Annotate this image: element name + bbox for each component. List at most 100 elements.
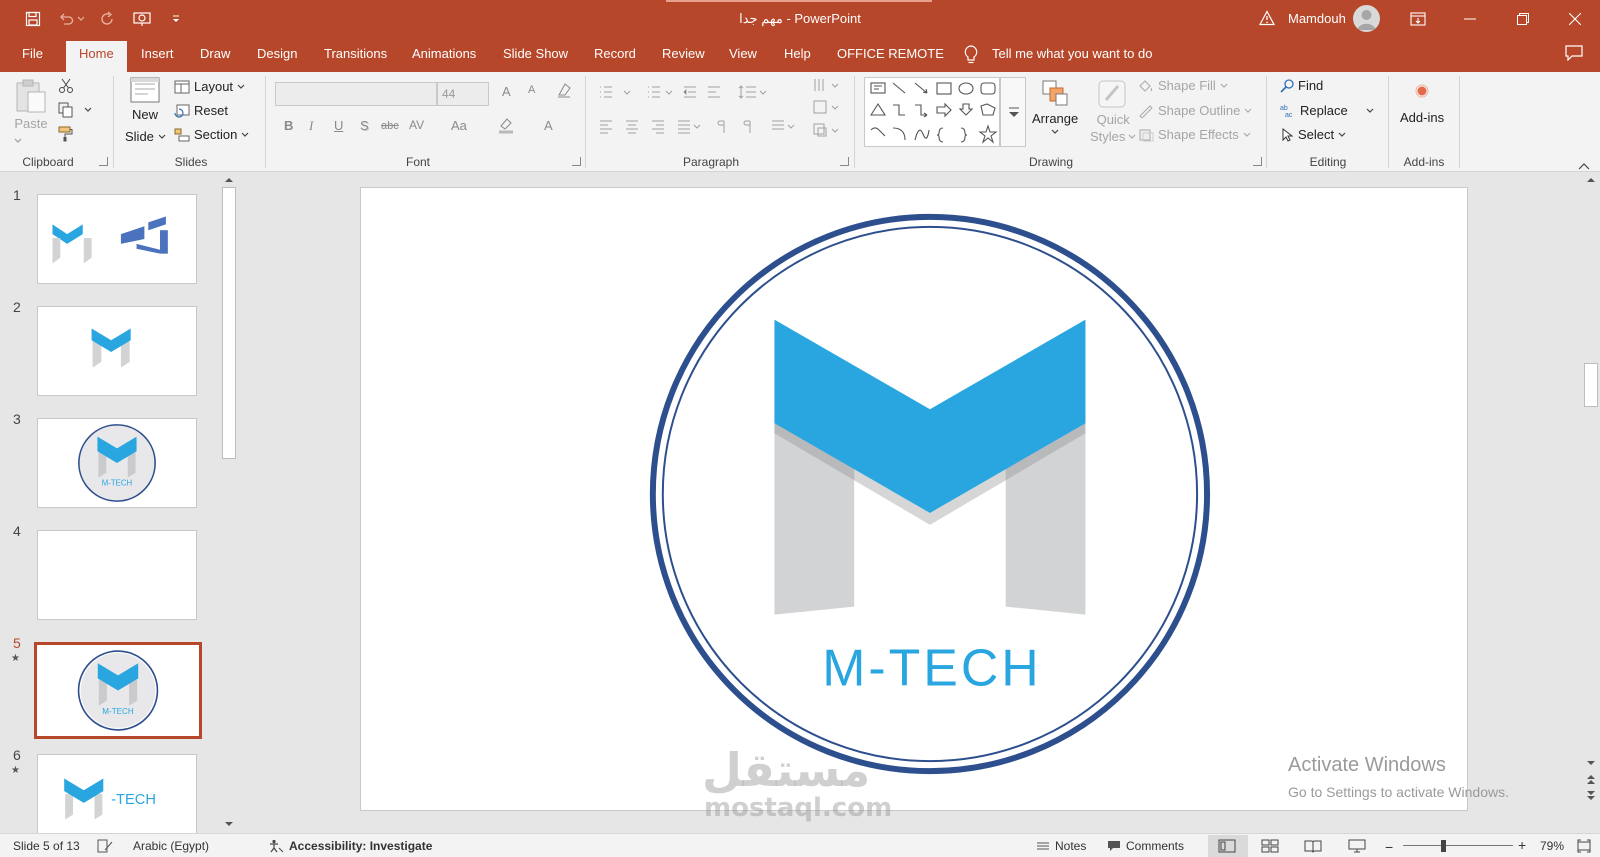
add-ins-button[interactable]: Add-ins — [1400, 84, 1444, 125]
tab-file[interactable]: File — [22, 46, 43, 61]
tab-transitions[interactable]: Transitions — [324, 46, 387, 61]
font-launcher-icon[interactable] — [572, 157, 581, 166]
scroll-down-icon[interactable] — [220, 819, 238, 829]
tab-design[interactable]: Design — [257, 46, 297, 61]
reset-button[interactable]: Reset — [174, 103, 228, 118]
tab-review[interactable]: Review — [662, 46, 705, 61]
shape-fill-button[interactable]: Shape Fill — [1138, 78, 1228, 93]
previous-slide-icon[interactable] — [1582, 772, 1600, 786]
next-slide-icon[interactable] — [1582, 789, 1600, 803]
layout-button[interactable]: Layout — [174, 79, 245, 94]
current-slide[interactable]: M-TECH — [360, 187, 1468, 811]
zoom-level[interactable]: 79% — [1540, 839, 1564, 853]
text-shadow-button[interactable]: S — [360, 118, 369, 133]
slide-thumbnail-5[interactable]: M-TECH — [34, 642, 202, 739]
fit-slide-icon[interactable] — [1577, 839, 1591, 853]
shape-outline-button[interactable]: Shape Outline — [1138, 103, 1252, 118]
thumbnails-scroll-thumb[interactable] — [222, 187, 236, 459]
slide-thumbnail-6[interactable]: -TECH — [37, 754, 197, 844]
scroll-up-icon[interactable] — [220, 175, 238, 185]
align-icons[interactable] — [598, 118, 798, 137]
scroll-up-icon[interactable] — [1582, 175, 1600, 185]
shrink-font-button[interactable]: A — [528, 84, 535, 96]
language-indicator[interactable]: Arabic (Egypt) — [133, 839, 209, 853]
spelling-check-icon[interactable] — [97, 839, 113, 853]
slide-scroll-thumb[interactable] — [1584, 363, 1598, 407]
paste-button[interactable]: Paste — [14, 78, 48, 131]
undo-dropdown-icon[interactable] — [74, 9, 88, 29]
collapse-ribbon-icon[interactable] — [1578, 158, 1590, 173]
clipboard-launcher-icon[interactable] — [99, 157, 108, 166]
shapes-gallery-more-icon[interactable] — [1000, 77, 1026, 147]
tab-record[interactable]: Record — [594, 46, 636, 61]
line-spacing-icon[interactable] — [738, 84, 768, 103]
copy-icon[interactable] — [58, 102, 92, 118]
replace-button[interactable]: ab ac Replace — [1280, 103, 1374, 118]
minimize-icon[interactable] — [1447, 0, 1493, 38]
arrange-button[interactable]: Arrange — [1032, 78, 1078, 135]
slide-sorter-view-icon[interactable] — [1261, 839, 1279, 853]
paragraph-launcher-icon[interactable] — [840, 157, 849, 166]
bullets-icon[interactable] — [598, 84, 720, 103]
paste-dropdown-icon[interactable] — [14, 138, 22, 144]
new-slide-button[interactable]: New — [128, 76, 162, 122]
slide-thumbnail-4[interactable] — [37, 530, 197, 620]
m-tech-logo[interactable]: M-TECH — [361, 188, 1467, 810]
zoom-slider-track[interactable] — [1403, 845, 1513, 846]
slide-scrollbar[interactable] — [1582, 173, 1600, 833]
quick-styles-button[interactable]: Quick Styles — [1090, 78, 1136, 144]
restore-icon[interactable] — [1500, 0, 1546, 38]
scroll-down-icon[interactable] — [1582, 758, 1600, 768]
ribbon-display-options-icon[interactable] — [1395, 0, 1441, 38]
highlight-icon[interactable] — [497, 116, 517, 137]
slide-thumbnail-3[interactable]: M-TECH — [37, 418, 197, 508]
italic-button[interactable]: I — [309, 118, 313, 134]
find-button[interactable]: Find — [1280, 78, 1323, 93]
bold-button[interactable]: B — [284, 118, 293, 133]
comments-icon[interactable] — [1565, 45, 1583, 64]
font-name-combo[interactable] — [275, 82, 437, 106]
font-size-combo[interactable]: 44 — [437, 82, 489, 106]
tell-me-search[interactable]: Tell me what you want to do — [992, 46, 1152, 61]
normal-view-icon[interactable] — [1218, 839, 1236, 853]
thumbnails-scrollbar[interactable] — [220, 173, 238, 833]
cut-icon[interactable] — [58, 78, 74, 94]
save-icon[interactable] — [21, 9, 45, 29]
close-icon[interactable] — [1552, 0, 1598, 38]
clear-formatting-icon[interactable] — [556, 82, 572, 101]
character-spacing-button[interactable]: AV — [409, 118, 424, 132]
shape-effects-button[interactable]: Shape Effects — [1138, 127, 1251, 142]
grow-font-button[interactable]: A — [502, 84, 511, 99]
section-button[interactable]: Section — [174, 127, 249, 142]
notes-button[interactable]: Notes — [1036, 839, 1086, 853]
redo-icon[interactable] — [96, 9, 120, 29]
comments-button[interactable]: Comments — [1107, 839, 1184, 853]
tab-draw[interactable]: Draw — [200, 46, 230, 61]
slide-show-view-icon[interactable] — [1348, 839, 1366, 853]
reading-view-icon[interactable] — [1304, 839, 1322, 853]
change-case-button[interactable]: Aa — [451, 118, 467, 133]
shapes-gallery[interactable] — [864, 77, 1000, 147]
tab-slide-show[interactable]: Slide Show — [503, 46, 568, 61]
select-button[interactable]: Select — [1280, 127, 1346, 142]
underline-button[interactable]: U — [334, 118, 343, 133]
present-from-beginning-icon[interactable] — [130, 9, 154, 29]
user-name[interactable]: Mamdouh — [1288, 11, 1346, 26]
slide-thumbnail-1[interactable] — [37, 194, 197, 284]
zoom-in-button[interactable]: + — [1518, 837, 1526, 853]
text-direction-icons[interactable] — [812, 76, 842, 143]
drawing-launcher-icon[interactable] — [1253, 157, 1262, 166]
font-color-button[interactable]: A — [544, 118, 553, 133]
format-painter-icon[interactable] — [58, 126, 74, 142]
tab-view[interactable]: View — [729, 46, 757, 61]
tab-office-remote[interactable]: OFFICE REMOTE — [837, 46, 944, 61]
accessibility-status[interactable]: Accessibility: Investigate — [268, 839, 432, 853]
tab-animations[interactable]: Animations — [412, 46, 476, 61]
warning-icon[interactable] — [1258, 10, 1276, 29]
new-slide-dropdown[interactable]: Slide — [125, 129, 166, 144]
strikethrough-button[interactable]: abc — [381, 120, 399, 132]
tab-insert[interactable]: Insert — [141, 46, 174, 61]
zoom-out-button[interactable]: − — [1385, 839, 1393, 855]
tab-home[interactable]: Home — [66, 41, 127, 72]
customize-qat-icon[interactable] — [164, 9, 188, 29]
